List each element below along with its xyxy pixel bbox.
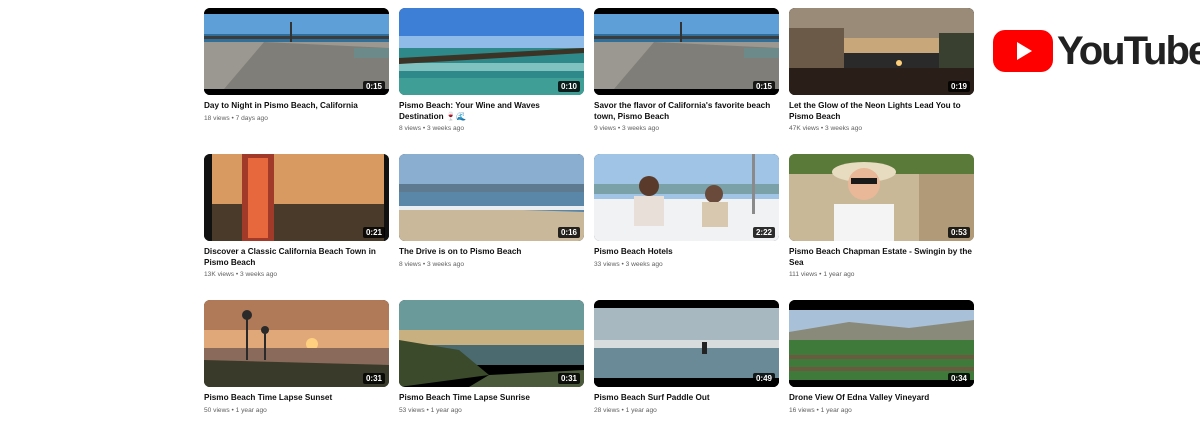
video-thumbnail[interactable]: 0:16 <box>399 154 584 241</box>
video-thumbnail[interactable]: 0:34 <box>789 300 974 387</box>
thumbnail-image <box>204 300 389 387</box>
video-title[interactable]: Pismo Beach: Your Wine and Waves Destina… <box>399 101 584 122</box>
duration-badge: 0:15 <box>362 81 385 92</box>
duration-badge: 0:53 <box>947 227 970 238</box>
youtube-logo: YouTube <box>993 29 1200 73</box>
video-card[interactable]: 2:22 Pismo Beach Hotels 33 views • 3 wee… <box>594 154 779 300</box>
video-grid: 0:15 Day to Night in Pismo Beach, Califo… <box>204 8 974 430</box>
video-meta: 18 views • 7 days ago <box>204 114 268 122</box>
thumbnail-image <box>789 8 974 95</box>
thumbnail-image <box>399 8 584 95</box>
video-title[interactable]: Pismo Beach Hotels <box>594 247 779 258</box>
thumbnail-image <box>789 300 974 387</box>
video-card[interactable]: 0:34 Drone View Of Edna Valley Vineyard … <box>789 300 974 430</box>
thumbnail-image <box>204 154 389 241</box>
video-card[interactable]: 0:10 Pismo Beach: Your Wine and Waves De… <box>399 8 584 154</box>
thumbnail-image <box>399 154 584 241</box>
video-meta: 8 views • 3 weeks ago <box>399 260 464 268</box>
duration-badge: 0:16 <box>557 227 580 238</box>
thumbnail-image <box>789 154 974 241</box>
video-card[interactable]: 0:31 Pismo Beach Time Lapse Sunset 50 vi… <box>204 300 389 430</box>
video-grid-page: 0:15 Day to Night in Pismo Beach, Califo… <box>0 0 1200 433</box>
video-meta: 50 views • 1 year ago <box>204 406 267 414</box>
duration-badge: 0:49 <box>752 373 775 384</box>
youtube-play-icon <box>993 30 1053 72</box>
video-title[interactable]: The Drive is on to Pismo Beach <box>399 247 584 258</box>
duration-badge: 0:34 <box>947 373 970 384</box>
duration-badge: 0:31 <box>557 373 580 384</box>
video-meta: 28 views • 1 year ago <box>594 406 657 414</box>
video-thumbnail[interactable]: 0:31 <box>399 300 584 387</box>
video-title[interactable]: Pismo Beach Chapman Estate - Swingin by … <box>789 247 974 268</box>
video-thumbnail[interactable]: 0:49 <box>594 300 779 387</box>
video-title[interactable]: Day to Night in Pismo Beach, California <box>204 101 389 112</box>
video-card[interactable]: 0:31 Pismo Beach Time Lapse Sunrise 53 v… <box>399 300 584 430</box>
thumbnail-image <box>594 154 779 241</box>
video-card[interactable]: 0:21 Discover a Classic California Beach… <box>204 154 389 300</box>
video-meta: 53 views • 1 year ago <box>399 406 462 414</box>
video-thumbnail[interactable]: 0:31 <box>204 300 389 387</box>
thumbnail-image <box>594 8 779 95</box>
video-meta: 9 views • 3 weeks ago <box>594 125 659 132</box>
video-thumbnail[interactable]: 0:15 <box>594 8 779 95</box>
duration-badge: 2:22 <box>752 227 775 238</box>
video-title[interactable]: Pismo Beach Time Lapse Sunset <box>204 393 389 404</box>
video-thumbnail[interactable]: 0:19 <box>789 8 974 95</box>
thumbnail-image <box>399 300 584 387</box>
duration-badge: 0:31 <box>362 373 385 384</box>
video-title[interactable]: Let the Glow of the Neon Lights Lead You… <box>789 101 974 122</box>
video-thumbnail[interactable]: 2:22 <box>594 154 779 241</box>
video-card[interactable]: 0:15 Day to Night in Pismo Beach, Califo… <box>204 8 389 154</box>
video-card[interactable]: 0:53 Pismo Beach Chapman Estate - Swingi… <box>789 154 974 300</box>
video-thumbnail[interactable]: 0:10 <box>399 8 584 95</box>
video-title[interactable]: Savor the flavor of California's favorit… <box>594 101 779 122</box>
video-title[interactable]: Drone View Of Edna Valley Vineyard <box>789 393 974 404</box>
video-meta: 47K views • 3 weeks ago <box>789 125 863 132</box>
thumbnail-image <box>204 8 389 95</box>
video-meta: 16 views • 1 year ago <box>789 406 852 414</box>
video-meta: 33 views • 3 weeks ago <box>594 260 663 268</box>
video-card[interactable]: 0:15 Savor the flavor of California's fa… <box>594 8 779 154</box>
thumbnail-image <box>594 300 779 387</box>
video-thumbnail[interactable]: 0:53 <box>789 154 974 241</box>
duration-badge: 0:10 <box>557 81 580 92</box>
video-card[interactable]: 0:49 Pismo Beach Surf Paddle Out 28 view… <box>594 300 779 430</box>
video-meta: 13K views • 3 weeks ago <box>204 271 278 278</box>
video-title[interactable]: Pismo Beach Surf Paddle Out <box>594 393 779 404</box>
video-title[interactable]: Pismo Beach Time Lapse Sunrise <box>399 393 584 404</box>
video-title[interactable]: Discover a Classic California Beach Town… <box>204 247 389 268</box>
video-thumbnail[interactable]: 0:15 <box>204 8 389 95</box>
duration-badge: 0:21 <box>362 227 385 238</box>
video-card[interactable]: 0:16 The Drive is on to Pismo Beach 8 vi… <box>399 154 584 300</box>
video-thumbnail[interactable]: 0:21 <box>204 154 389 241</box>
video-card[interactable]: 0:19 Let the Glow of the Neon Lights Lea… <box>789 8 974 154</box>
video-meta: 111 views • 1 year ago <box>789 271 855 278</box>
video-meta: 8 views • 3 weeks ago <box>399 125 464 132</box>
youtube-wordmark: YouTube <box>1057 29 1200 73</box>
duration-badge: 0:15 <box>752 81 775 92</box>
duration-badge: 0:19 <box>947 81 970 92</box>
